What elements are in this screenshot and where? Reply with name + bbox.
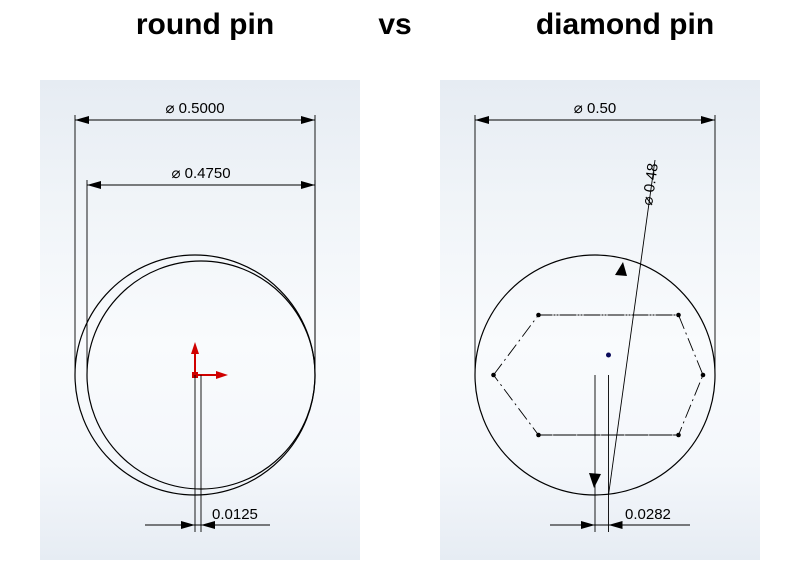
round-pin-drawing: ⌀ 0.5000 ⌀ 0.4750 0.0125 — [40, 80, 360, 560]
title-bar: round pin vs diamond pin — [0, 8, 800, 58]
dim-inner-diameter: ⌀ 0.48 — [589, 160, 662, 495]
dim-outer-diameter-text: ⌀ 0.5000 — [165, 100, 224, 117]
dim-offset: 0.0125 — [145, 375, 270, 532]
title-vs: vs — [355, 8, 435, 42]
diamond-profile — [491, 313, 705, 438]
round-pin-panel: ⌀ 0.5000 ⌀ 0.4750 0.0125 — [40, 80, 360, 560]
origin-axes-icon — [191, 342, 228, 379]
dim-offset-text: 0.0282 — [625, 506, 671, 523]
dim-outer-diameter-text: ⌀ 0.50 — [574, 100, 616, 117]
diamond-pin-drawing: ⌀ 0.50 ⌀ 0.48 0.0282 — [440, 80, 760, 560]
dim-inner-diameter-text: ⌀ 0.48 — [639, 162, 662, 206]
dim-offset: 0.0282 — [550, 375, 690, 532]
dim-outer-diameter: ⌀ 0.50 — [475, 100, 715, 375]
dim-inner-diameter-text: ⌀ 0.4750 — [171, 165, 230, 182]
dim-offset-text: 0.0125 — [212, 506, 258, 523]
title-round-pin: round pin — [75, 8, 335, 42]
dim-outer-diameter: ⌀ 0.5000 — [75, 100, 315, 375]
dim-inner-diameter: ⌀ 0.4750 — [87, 165, 315, 375]
origin-point-icon — [606, 353, 611, 358]
title-diamond-pin: diamond pin — [475, 8, 775, 42]
diamond-pin-panel: ⌀ 0.50 ⌀ 0.48 0.0282 — [440, 80, 760, 560]
